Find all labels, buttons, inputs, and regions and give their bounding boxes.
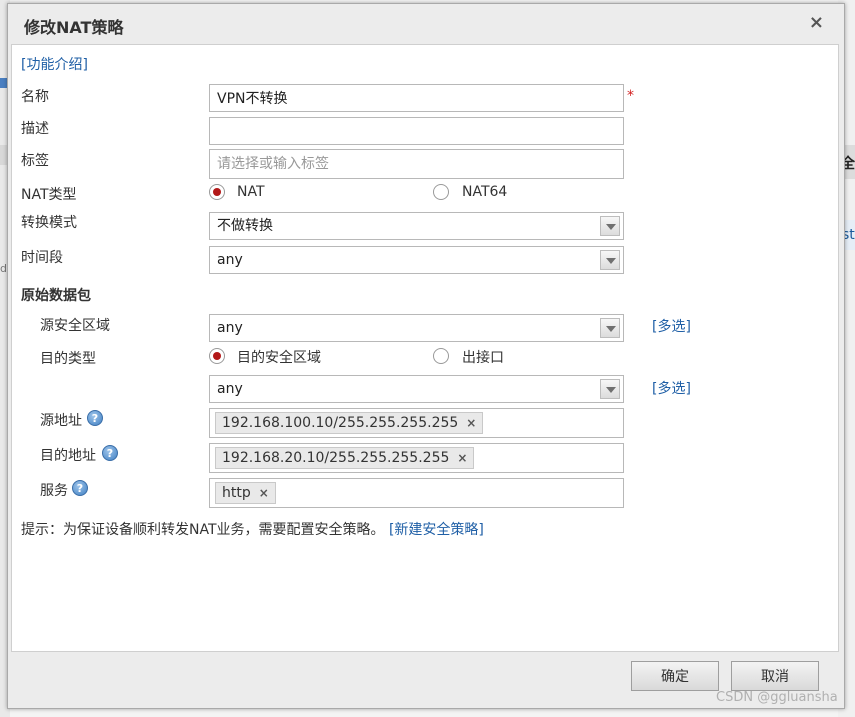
time-range-label: 时间段: [21, 250, 63, 266]
nat-type-label: NAT类型: [21, 187, 77, 203]
dst-zone-multi-select-link[interactable]: [多选]: [652, 378, 691, 398]
feature-intro-link[interactable]: [功能介绍]: [21, 54, 88, 74]
remove-tag-icon[interactable]: ×: [259, 483, 269, 503]
dst-zone-select[interactable]: any: [209, 375, 624, 403]
remove-tag-icon[interactable]: ×: [457, 448, 467, 468]
src-addr-label: 源地址: [40, 413, 82, 429]
original-packet-heading: 原始数据包: [21, 288, 91, 304]
service-label: 服务: [40, 483, 68, 499]
out-interface-radio-label[interactable]: 出接口: [462, 347, 504, 367]
src-zone-label: 源安全区域: [40, 318, 110, 334]
help-icon[interactable]: ?: [87, 410, 103, 426]
convert-mode-select[interactable]: 不做转换: [209, 212, 624, 240]
cancel-button[interactable]: 取消: [731, 661, 819, 691]
tip-row: 提示：为保证设备顺利转发NAT业务，需要配置安全策略。 [新建安全策略]: [21, 519, 484, 539]
description-label: 描述: [21, 121, 49, 137]
dst-addr-field[interactable]: 192.168.20.10/255.255.255.255 ×: [209, 443, 624, 473]
time-range-value: any: [217, 252, 243, 268]
out-interface-radio[interactable]: [433, 348, 449, 364]
dst-zone-radio-label[interactable]: 目的安全区域: [237, 347, 321, 367]
chevron-down-icon[interactable]: [600, 379, 620, 399]
convert-mode-value: 不做转换: [217, 218, 273, 234]
form-panel: [功能介绍] 名称 * 描述 标签 请选择或输入标签 NAT类型 NAT NAT…: [11, 44, 839, 652]
nat-radio-label[interactable]: NAT: [237, 184, 265, 200]
service-tag-text: http: [222, 485, 251, 501]
chevron-down-icon[interactable]: [600, 318, 620, 338]
nat-radio[interactable]: [209, 184, 225, 200]
help-icon[interactable]: ?: [102, 445, 118, 461]
tip-text: 提示：为保证设备顺利转发NAT业务，需要配置安全策略。: [21, 522, 385, 538]
service-field[interactable]: http ×: [209, 478, 624, 508]
new-security-policy-link[interactable]: [新建安全策略]: [389, 522, 484, 538]
edit-nat-policy-dialog: 修改NAT策略 × [功能介绍] 名称 * 描述 标签 请选择或输入标签 NAT…: [7, 3, 845, 709]
background-fragment-text: d: [0, 262, 7, 275]
description-input[interactable]: [209, 117, 624, 145]
help-icon[interactable]: ?: [72, 480, 88, 496]
dst-zone-value: any: [217, 381, 243, 397]
tag-input[interactable]: 请选择或输入标签: [209, 149, 624, 179]
dialog-title: 修改NAT策略: [24, 18, 124, 37]
dst-addr-tag: 192.168.20.10/255.255.255.255 ×: [215, 447, 475, 469]
dst-zone-radio[interactable]: [209, 348, 225, 364]
watermark: CSDN @ggluansha: [716, 690, 838, 705]
required-mark: *: [627, 88, 634, 104]
dialog-titlebar[interactable]: 修改NAT策略 ×: [8, 4, 844, 44]
src-addr-tag: 192.168.100.10/255.255.255.255 ×: [215, 412, 484, 434]
dst-type-label: 目的类型: [40, 351, 96, 367]
src-zone-multi-select-link[interactable]: [多选]: [652, 316, 691, 336]
tag-label: 标签: [21, 153, 49, 169]
convert-mode-label: 转换模式: [21, 215, 77, 231]
src-addr-tag-text: 192.168.100.10/255.255.255.255: [222, 415, 459, 431]
name-label: 名称: [21, 89, 49, 105]
ok-button[interactable]: 确定: [631, 661, 719, 691]
nat64-radio[interactable]: [433, 184, 449, 200]
remove-tag-icon[interactable]: ×: [466, 413, 476, 433]
src-zone-select[interactable]: any: [209, 314, 624, 342]
src-addr-field[interactable]: 192.168.100.10/255.255.255.255 ×: [209, 408, 624, 438]
src-zone-value: any: [217, 320, 243, 336]
dst-addr-label: 目的地址: [40, 448, 96, 464]
chevron-down-icon[interactable]: [600, 250, 620, 270]
close-icon[interactable]: ×: [809, 12, 824, 33]
service-tag: http ×: [215, 482, 276, 504]
nat64-radio-label[interactable]: NAT64: [462, 184, 507, 200]
dst-addr-tag-text: 192.168.20.10/255.255.255.255: [222, 450, 450, 466]
chevron-down-icon[interactable]: [600, 216, 620, 236]
time-range-select[interactable]: any: [209, 246, 624, 274]
name-input[interactable]: [209, 84, 624, 112]
